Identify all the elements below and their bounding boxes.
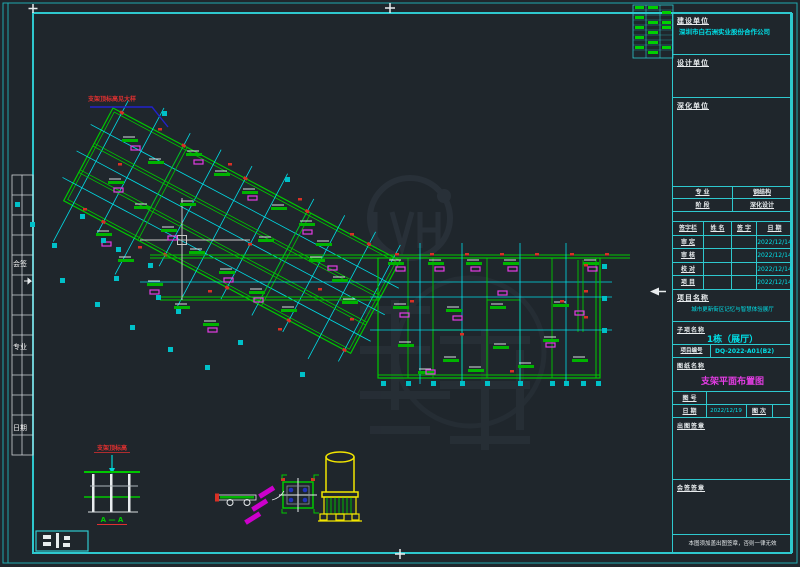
sign-row-label: 项 目 <box>673 276 704 290</box>
discipline-row: 专 业 钢结构 <box>673 187 792 199</box>
sign-header-col1: 签字栏 <box>673 222 704 236</box>
subitem-label: 子项名称 <box>677 325 705 334</box>
owner-name: 深圳市白石洲实业股份合作公司 <box>679 28 770 36</box>
sheet-number-row: 图 号 <box>673 392 792 405</box>
detail-column-base <box>318 452 362 521</box>
sign-header-col2: 姓 名 <box>704 222 732 236</box>
discipline-label: 专 业 <box>673 187 733 199</box>
title-block: 建设单位 深圳市白石洲实业股份合作公司 设计单位 深化单位 专 业 钢结构 阶 … <box>672 13 793 553</box>
plan-red-ticks <box>83 128 609 373</box>
discipline-value: 钢结构 <box>732 187 792 199</box>
signature-table: 签字栏 姓 名 签 字 日 期 审 定 2022/12/14 审 核 2022/… <box>673 222 792 290</box>
strip-cell-text: 专业 <box>13 342 27 351</box>
registration-marks <box>29 3 406 559</box>
detail-bracket <box>215 494 256 506</box>
sign-row-label: 审 核 <box>673 249 704 263</box>
stamp-box <box>36 531 88 551</box>
countersign-label: 会签签章 <box>677 483 705 492</box>
stage-row: 阶 段 深化设计 <box>673 199 792 212</box>
project-name-section: 项目名称 城市更新街区记忆与智慧体验展厅 <box>673 290 792 322</box>
plot-seal-label: 出图签章 <box>677 421 705 430</box>
section-label-text: A — A <box>101 516 124 524</box>
designer-label: 设计单位 <box>677 58 709 68</box>
drawing-name: 支架平面布置图 <box>673 374 792 387</box>
detail-section-aa: 支架顶标高 A — A <box>84 444 140 525</box>
sheet-label: 图 次 <box>746 405 773 418</box>
validity-note: 本图须加盖出图签章，否则一律无效 <box>673 535 792 553</box>
watermark-logo <box>360 178 544 450</box>
countersign-section: 会签签章 <box>673 480 792 535</box>
strip-cell-text: 日期 <box>13 424 27 432</box>
cad-canvas[interactable]: 会签 专业 日期 <box>0 0 800 567</box>
left-revision-strip: 会签 专业 日期 <box>12 175 33 455</box>
owner-label: 建设单位 <box>677 16 709 26</box>
date-label: 日 期 <box>673 405 707 418</box>
sheetno-label: 图 号 <box>673 392 707 405</box>
spacer-row <box>673 212 792 222</box>
sign-row-date: 2022/12/14 <box>757 263 792 277</box>
sign-row-date: 2022/12/14 <box>757 276 792 290</box>
sign-header-col4: 日 期 <box>757 222 792 236</box>
number-value: DQ-2022-A01(B2) <box>715 345 774 358</box>
pointer-arrow <box>650 288 666 296</box>
detail-title-text: 支架顶标高 <box>96 444 127 452</box>
sign-row-label: 校 对 <box>673 263 704 277</box>
detailer-label: 深化单位 <box>677 101 709 111</box>
sign-row-date: 2022/12/14 <box>757 236 792 250</box>
sign-header-col3: 签 字 <box>732 222 757 236</box>
drawing-name-section: 图纸名称 支架平面布置图 <box>673 358 792 392</box>
connecting-beams <box>140 255 630 300</box>
drawing-label: 图纸名称 <box>677 361 705 370</box>
sign-row-date: 2022/12/14 <box>757 249 792 263</box>
number-label: 项目编号 <box>673 345 711 358</box>
subitem-section: 子项名称 1栋（展厅） <box>673 322 792 345</box>
plot-seal-section: 出图签章 <box>673 418 792 480</box>
strip-cell-text: 会签 <box>13 259 27 268</box>
designer-section: 设计单位 <box>673 55 792 98</box>
project-number-row: 项目编号 DQ-2022-A01(B2) <box>673 345 792 358</box>
date-value: 2022/12/19 <box>706 405 747 418</box>
owner-section: 建设单位 深圳市白石洲实业股份合作公司 <box>673 13 792 55</box>
red-note-annotation: 支架顶标高见大样 <box>87 95 168 127</box>
date-row: 日 期 2022/12/19 图 次 <box>673 405 792 418</box>
project-name: 城市更新街区记忆与智慧体验展厅 <box>673 305 792 313</box>
detailer-section: 深化单位 <box>673 98 792 187</box>
project-label: 项目名称 <box>677 293 709 303</box>
stage-label: 阶 段 <box>673 199 733 212</box>
sign-row-label: 审 定 <box>673 236 704 250</box>
red-note-text: 支架顶标高见大样 <box>87 95 136 103</box>
stage-value: 深化设计 <box>732 199 792 212</box>
